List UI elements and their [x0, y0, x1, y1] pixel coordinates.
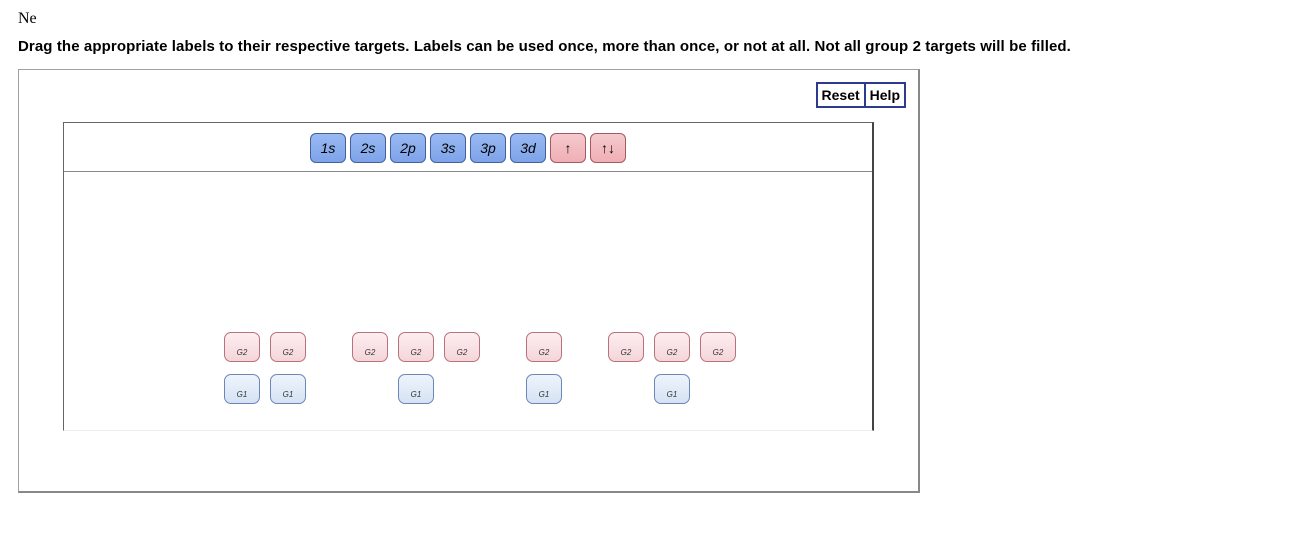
label-orbital-2p[interactable]: 2p	[390, 133, 426, 163]
g1-target[interactable]: G1	[526, 374, 562, 404]
drag-canvas: 1s 2s 2p 3s 3p 3d ↑ ↑↓ G2 G2 G2 G2 G2	[63, 122, 874, 431]
g1-target[interactable]: G1	[398, 374, 434, 404]
g2-target[interactable]: G2	[654, 332, 690, 362]
label-orbital-1s[interactable]: 1s	[310, 133, 346, 163]
label-orbital-3d[interactable]: 3d	[510, 133, 546, 163]
element-symbol: Ne	[18, 10, 1294, 28]
g1-target[interactable]: G1	[654, 374, 690, 404]
g2-target[interactable]: G2	[700, 332, 736, 362]
g2-row: G2 G2 G2 G2 G2 G2 G2 G2 G2	[224, 332, 872, 362]
g1-row: G1 G1 G1 G1 G1	[224, 374, 872, 404]
g2-target[interactable]: G2	[444, 332, 480, 362]
activity-frame: Reset Help 1s 2s 2p 3s 3p 3d ↑ ↑↓ G2 G2 …	[18, 69, 920, 493]
g1-target[interactable]: G1	[224, 374, 260, 404]
g2-target[interactable]: G2	[398, 332, 434, 362]
target-area: G2 G2 G2 G2 G2 G2 G2 G2 G2	[64, 332, 872, 404]
label-arrow-pair[interactable]: ↑↓	[590, 133, 626, 163]
g1-target[interactable]: G1	[270, 374, 306, 404]
g2-group-3: G2	[526, 332, 562, 362]
label-arrow-single[interactable]: ↑	[550, 133, 586, 163]
frame-controls: Reset Help	[816, 82, 906, 108]
g2-group-4: G2 G2 G2	[608, 332, 736, 362]
g2-group-1: G2 G2	[224, 332, 306, 362]
instructions-text: Drag the appropriate labels to their res…	[18, 38, 1294, 55]
help-button[interactable]: Help	[864, 84, 904, 106]
label-orbital-2s[interactable]: 2s	[350, 133, 386, 163]
label-orbital-3s[interactable]: 3s	[430, 133, 466, 163]
g2-target[interactable]: G2	[526, 332, 562, 362]
g2-target[interactable]: G2	[608, 332, 644, 362]
g2-target[interactable]: G2	[270, 332, 306, 362]
g2-target[interactable]: G2	[352, 332, 388, 362]
label-orbital-3p[interactable]: 3p	[470, 133, 506, 163]
g2-group-2: G2 G2 G2	[352, 332, 480, 362]
g2-target[interactable]: G2	[224, 332, 260, 362]
reset-button[interactable]: Reset	[818, 84, 864, 106]
label-palette: 1s 2s 2p 3s 3p 3d ↑ ↑↓	[64, 133, 872, 172]
